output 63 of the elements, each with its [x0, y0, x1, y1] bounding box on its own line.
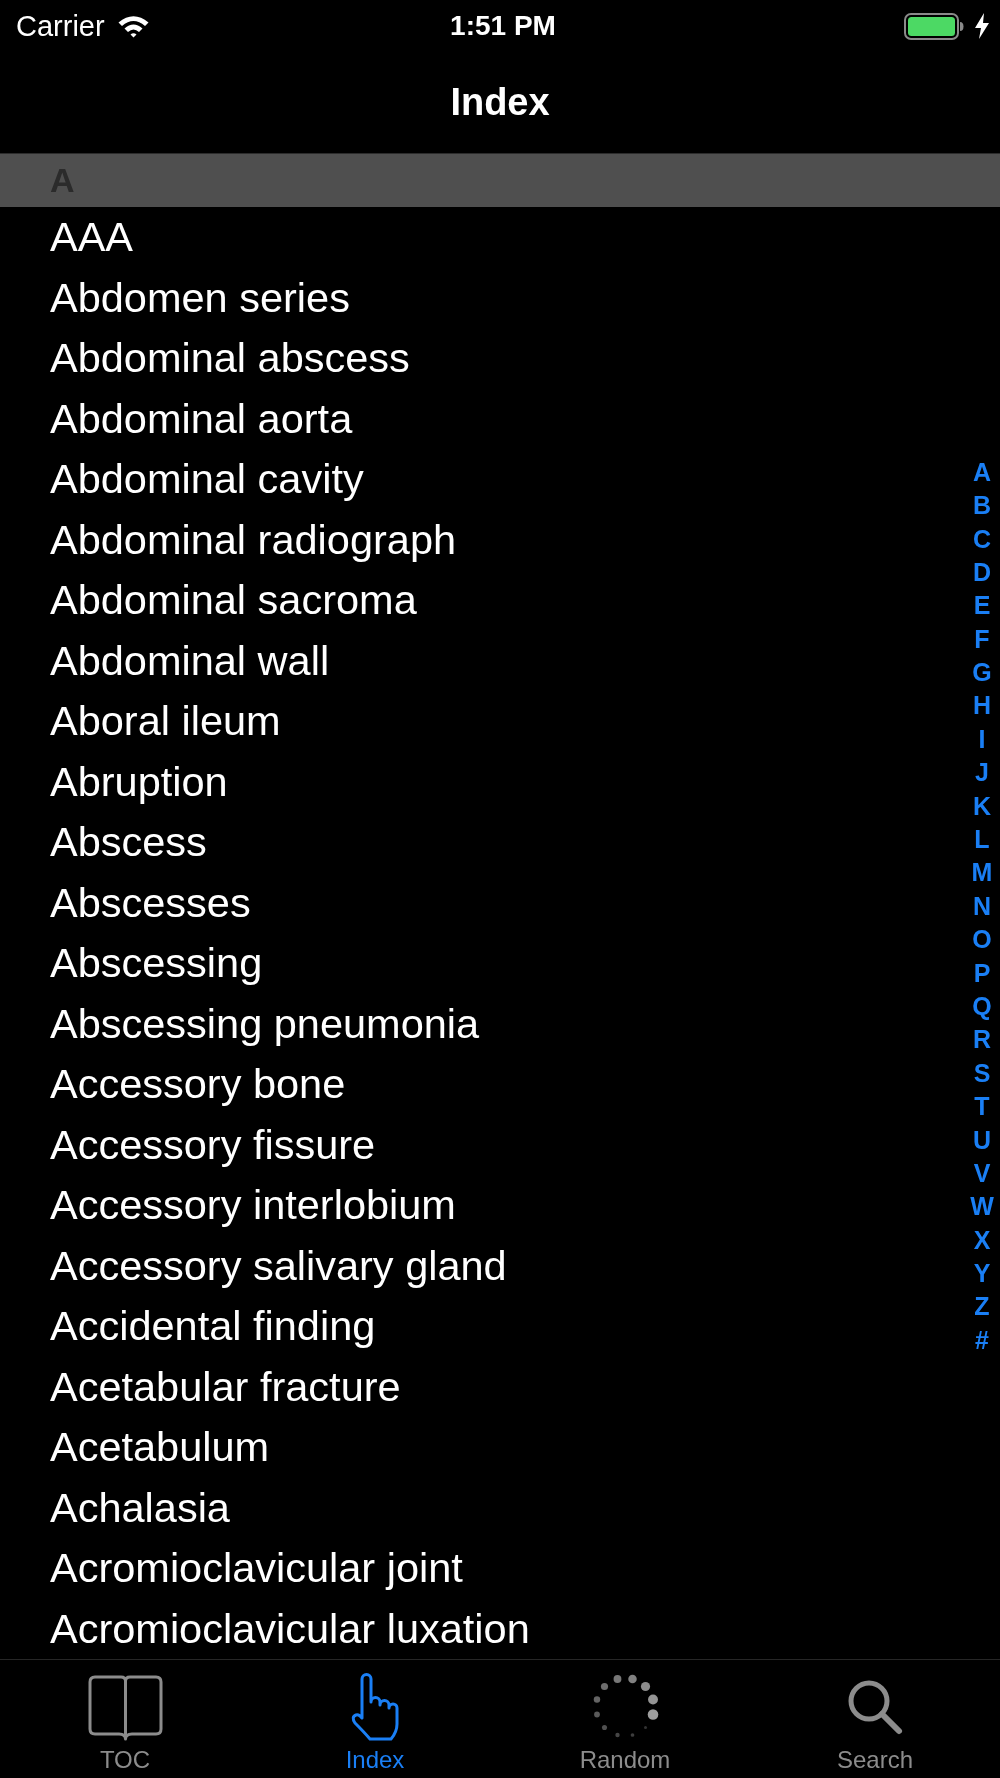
carrier-label: Carrier	[16, 9, 105, 43]
alphabet-jump-letter[interactable]: H	[972, 689, 992, 723]
index-entry[interactable]: Abdominal wall	[50, 636, 330, 685]
index-entry[interactable]: Acromioclavicular joint	[50, 1544, 463, 1593]
index-entry[interactable]: Acromioclavicular luxation	[50, 1604, 530, 1653]
alphabet-jump-letter[interactable]: I	[978, 722, 986, 757]
alphabet-jump-letter[interactable]: B	[972, 489, 992, 523]
alphabet-jump-letter[interactable]: O	[972, 923, 992, 957]
alphabet-jump-letter[interactable]: U	[972, 1123, 992, 1157]
alphabet-jump-letter[interactable]: C	[972, 522, 992, 556]
status-time: 1:51 PM	[450, 10, 556, 42]
alphabet-jump-letter[interactable]: D	[972, 555, 992, 590]
index-entry[interactable]: Accessory interlobium	[50, 1181, 456, 1230]
index-entry[interactable]: Abscessing pneumonia	[50, 999, 480, 1048]
alphabet-jump-letter[interactable]: V	[973, 1156, 991, 1191]
alphabet-jump-letter[interactable]: L	[974, 823, 990, 857]
alphabet-jump-letter[interactable]: Y	[973, 1257, 991, 1291]
navigation-title: Index	[450, 81, 550, 124]
alphabet-jump-letter[interactable]: P	[973, 956, 991, 990]
index-entry[interactable]: Accessory salivary gland	[50, 1241, 507, 1290]
index-entry[interactable]: Abscesses	[50, 878, 251, 927]
index-entry[interactable]: Aboral ileum	[50, 697, 281, 746]
alphabet-jump-letter[interactable]: E	[973, 589, 991, 623]
index-entry[interactable]: Abscessing	[50, 939, 263, 988]
alphabet-jump-letter[interactable]: Q	[972, 989, 992, 1024]
tab-bar-item[interactable]: TOC	[0, 1660, 250, 1778]
alphabet-jump-letter[interactable]: G	[972, 656, 992, 690]
alphabet-jump-letter[interactable]: T	[974, 1090, 990, 1124]
index-entry[interactable]: Accessory bone	[50, 1060, 346, 1109]
index-entry[interactable]: Acetabular fracture	[50, 1362, 401, 1411]
alphabet-jump-letter[interactable]: #	[975, 1323, 989, 1358]
alphabet-jump-letter[interactable]: N	[972, 889, 992, 924]
alphabet-jump-letter[interactable]: M	[971, 856, 993, 890]
alphabet-jump-letter[interactable]: A	[972, 455, 992, 490]
book-icon	[86, 1673, 164, 1741]
index-entry[interactable]: Abdominal cavity	[50, 455, 364, 504]
index-entry[interactable]: Accidental finding	[50, 1302, 376, 1351]
alphabet-jump-letter[interactable]: K	[972, 789, 992, 823]
alphabet-jump-letter[interactable]: S	[973, 1056, 991, 1091]
index-entry[interactable]: Abscess	[50, 818, 207, 867]
alphabet-jump-letter[interactable]: R	[972, 1023, 992, 1057]
index-entry[interactable]: Abdomen series	[50, 273, 350, 322]
alphabet-jump-letter[interactable]: Z	[974, 1290, 990, 1324]
alphabet-jump-letter[interactable]: J	[975, 756, 989, 790]
tab-bar-item[interactable]: Search	[750, 1660, 1000, 1778]
search-icon	[846, 1678, 904, 1736]
index-entry[interactable]: Abdominal sacroma	[50, 576, 417, 625]
index-entry[interactable]: Abdominal abscess	[50, 334, 410, 383]
battery-icon	[904, 12, 964, 40]
index-entry[interactable]: Abruption	[50, 757, 228, 806]
alphabet-jump-letter[interactable]: F	[974, 622, 990, 657]
index-entry[interactable]: Abdominal aorta	[50, 394, 353, 443]
index-entry[interactable]: Achalasia	[50, 1483, 230, 1532]
index-entry[interactable]: Accessory fissure	[50, 1120, 376, 1169]
alphabet-jump-letter[interactable]: X	[973, 1223, 991, 1258]
index-entry[interactable]: Abdominal radiograph	[50, 515, 457, 564]
alphabet-jump-letter[interactable]: W	[970, 1190, 994, 1224]
tab-bar-item[interactable]: Index	[250, 1660, 500, 1778]
index-entry[interactable]: Acetabulum	[50, 1423, 270, 1472]
pointing-hand-icon	[350, 1672, 400, 1742]
index-entry[interactable]: AAA	[50, 213, 134, 262]
wifi-icon	[116, 14, 150, 38]
tab-bar-item[interactable]: Random	[500, 1660, 750, 1778]
